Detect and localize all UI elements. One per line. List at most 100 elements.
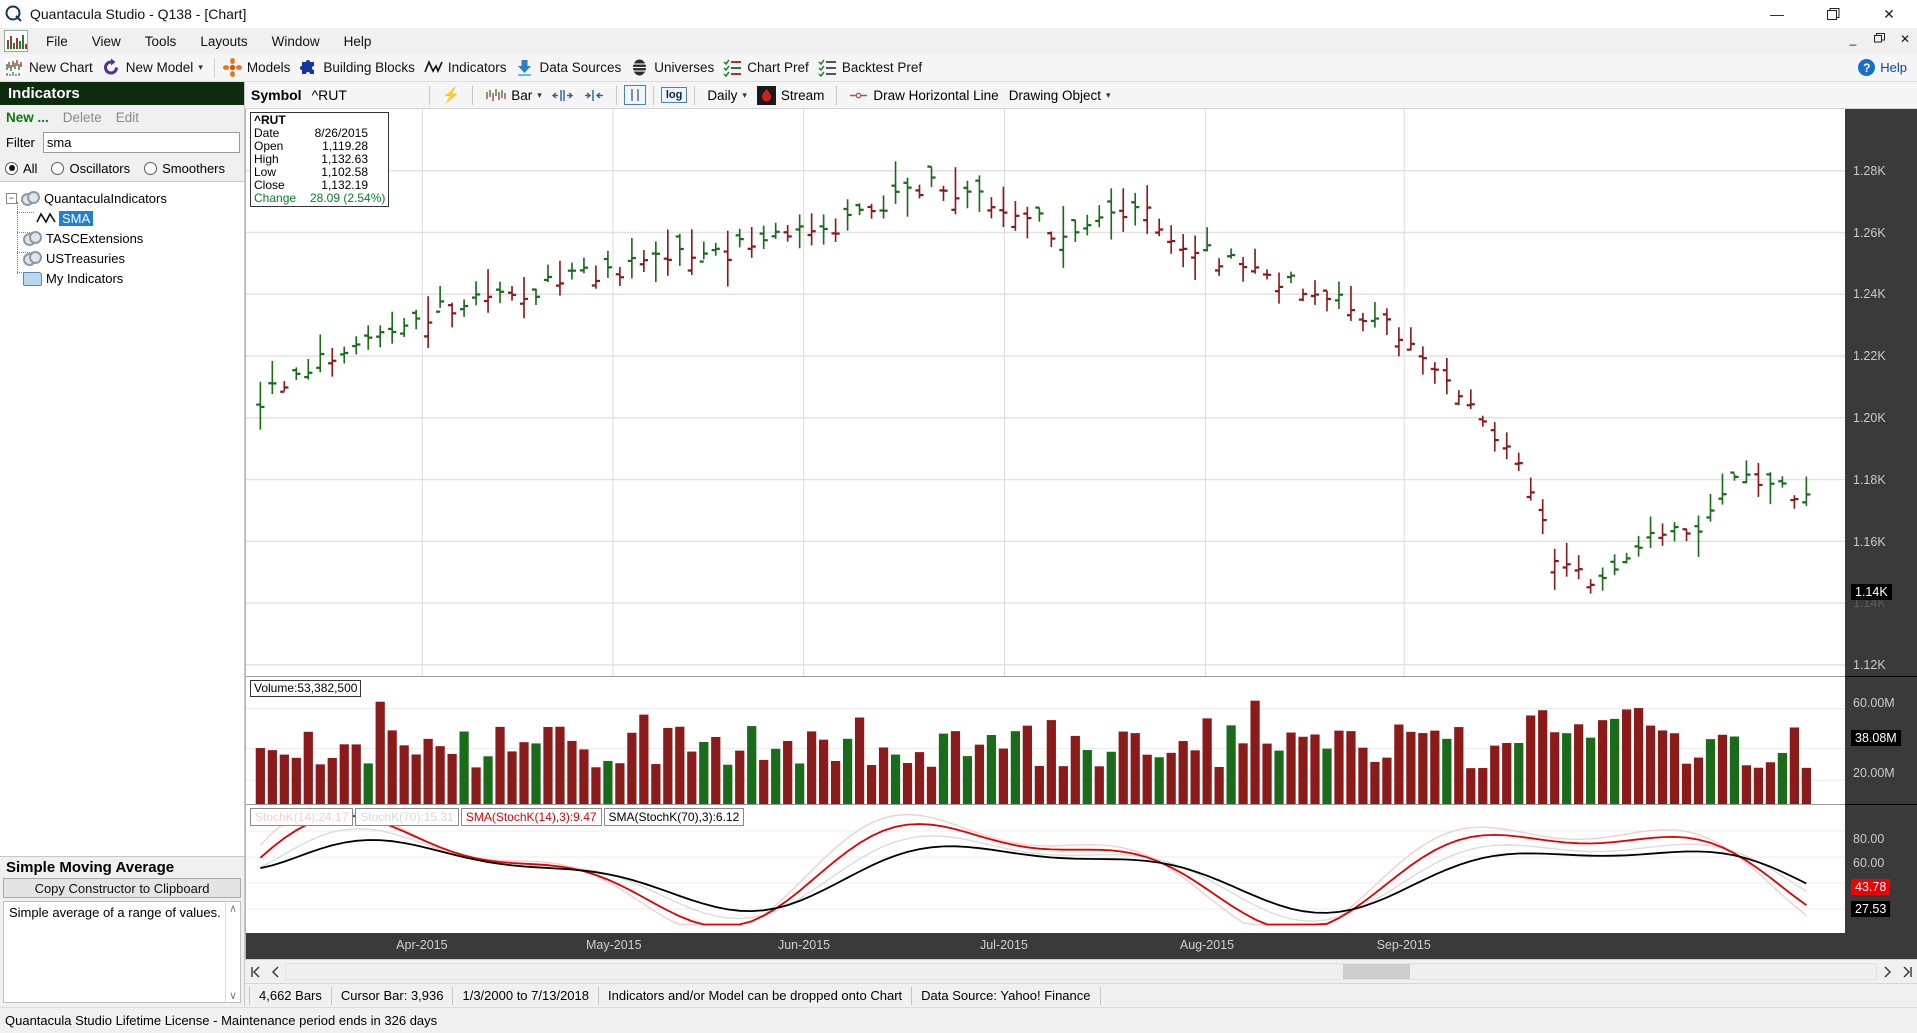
chevron-down-icon[interactable]: ▾ — [198, 62, 203, 73]
scroll-first-button[interactable] — [245, 961, 265, 983]
menu-view[interactable]: View — [80, 31, 133, 52]
chart-pref-label: Chart Pref — [747, 60, 809, 75]
date-axis[interactable]: Apr-2015 May-2015 Jun-2015 Jul-2015 Aug-… — [245, 933, 1845, 959]
window-title: Quantacula Studio - Q138 - [Chart] — [30, 6, 247, 22]
help-button[interactable]: ? Help — [1858, 59, 1917, 76]
scroll-last-button[interactable] — [1897, 961, 1917, 983]
date-tick: Aug-2015 — [1179, 938, 1235, 952]
mdi-close-button[interactable]: ✕ — [1897, 32, 1913, 46]
price-pane[interactable]: ^RUT Date 8/26/2015 Open 1,119.28 High 1,13… — [246, 109, 1845, 677]
scroll-next-button[interactable] — [1877, 961, 1897, 983]
date-tick: Sep-2015 — [1376, 938, 1431, 952]
chart-scrollbar-thumb[interactable] — [1343, 964, 1411, 979]
tooltip-value: 28.09 (2.54%) — [310, 191, 386, 205]
delete-indicator-button[interactable]: Delete — [63, 110, 102, 125]
lightning-icon[interactable]: ⚡ — [437, 84, 466, 107]
expander-minus-icon[interactable]: − — [6, 192, 17, 204]
building-blocks-label: Building Blocks — [323, 60, 415, 75]
menu-help[interactable]: Help — [332, 31, 384, 52]
toolbar-separator — [472, 85, 474, 105]
bar-type-label: Bar — [511, 87, 533, 103]
timeframe-button[interactable]: Daily ▾ — [702, 84, 752, 107]
chevron-down-icon[interactable]: ▾ — [742, 90, 747, 101]
radio-oscillators[interactable]: Oscillators — [51, 161, 140, 176]
chart-status-bar: 4,662 Bars Cursor Bar: 3,936 1/3/2000 to… — [245, 983, 1917, 1007]
tooltip-row-change: Change 28.09 (2.54%) — [254, 192, 385, 205]
tooltip-key: Change — [254, 191, 297, 205]
indicator-pane[interactable]: StochK(14):24.17 StochK(70):15.31 SMA(St… — [246, 805, 1845, 933]
chart-panes: ^RUT Date 8/26/2015 Open 1,119.28 High 1,13… — [245, 109, 1917, 933]
new-model-button[interactable]: New Model ▾ — [99, 55, 209, 81]
axis-tick: 80.00 — [1853, 832, 1885, 846]
indicators-panel-actions: New ... Delete Edit — [0, 105, 244, 129]
mdi-restore-button[interactable] — [1871, 32, 1887, 46]
menu-tools[interactable]: Tools — [133, 31, 189, 52]
window-maximize-button[interactable] — [1805, 0, 1861, 28]
symbol-input[interactable]: ^RUT — [312, 87, 422, 103]
price-axis-gutter[interactable]: 1.28K 1.26K 1.24K 1.22K 1.20K 1.18K 1.16… — [1845, 109, 1917, 933]
title-bar: Quantacula Studio - Q138 - [Chart] — ✕ — [0, 0, 1917, 28]
ohlc-tooltip: ^RUT Date 8/26/2015 Open 1,119.28 High 1,13… — [250, 112, 390, 207]
drawing-object-button[interactable]: Drawing Object ▾ — [1004, 84, 1116, 107]
axis-tick: 1.20K — [1853, 411, 1886, 425]
scroll-down-icon[interactable]: ∨ — [229, 989, 237, 1002]
data-sources-button[interactable]: Data Sources — [512, 55, 627, 81]
zoom-in-bars-button[interactable] — [579, 84, 609, 107]
indicators-label: Indicators — [447, 60, 507, 75]
new-chart-button[interactable]: New Chart — [2, 55, 99, 81]
menu-file-label: File — [46, 33, 68, 49]
tree-item-ustreasuries[interactable]: USTreasuries — [0, 248, 244, 268]
bar-type-button[interactable]: Bar ▾ — [480, 84, 547, 107]
backtest-pref-button[interactable]: Backtest Pref — [815, 55, 928, 81]
wave-icon — [36, 211, 56, 225]
menu-layouts[interactable]: Layouts — [188, 31, 259, 52]
edit-indicator-button[interactable]: Edit — [116, 110, 139, 125]
copy-constructor-button[interactable]: Copy Constructor to Clipboard — [3, 878, 241, 898]
chevron-down-icon[interactable]: ▾ — [1106, 90, 1111, 101]
chart-pref-button[interactable]: Chart Pref — [720, 55, 815, 81]
help-icon: ? — [1858, 59, 1876, 76]
status-date-range: 1/3/2000 to 7/13/2018 — [453, 986, 599, 1005]
models-button[interactable]: Models — [220, 55, 297, 81]
scroll-up-icon[interactable]: ∧ — [229, 902, 237, 915]
stream-button[interactable]: Stream — [752, 84, 830, 107]
tree-item-label: SMA — [59, 210, 94, 226]
radio-smoothers[interactable]: Smoothers — [144, 161, 235, 176]
menu-window[interactable]: Window — [260, 31, 332, 52]
chart-scrollbar-track[interactable] — [285, 963, 1877, 980]
menu-file[interactable]: File — [34, 31, 80, 52]
scroll-prev-button[interactable] — [265, 961, 285, 983]
toolbar-separator — [652, 85, 654, 105]
tree-item-sma[interactable]: SMA — [0, 208, 244, 228]
description-scrollbar[interactable]: ∧ ∨ — [225, 902, 240, 1002]
volume-chart-svg — [246, 700, 1845, 804]
chevron-down-icon[interactable]: ▾ — [537, 90, 542, 101]
universes-button[interactable]: Universes — [627, 55, 720, 81]
toolbar-separator — [694, 85, 696, 105]
filter-input[interactable] — [42, 131, 240, 153]
axis-tick: 60.00 — [1853, 856, 1885, 870]
window-minimize-button[interactable]: — — [1749, 0, 1805, 28]
volume-pane[interactable]: Volume:53,382,500 — [246, 677, 1845, 805]
log-scale-button[interactable]: log — [660, 87, 688, 103]
date-tick: Jul-2015 — [979, 938, 1028, 952]
axis-tick: 1.22K — [1853, 349, 1886, 364]
mdi-minimize-button[interactable]: _ — [1845, 32, 1861, 46]
new-indicator-button[interactable]: New ... — [6, 110, 49, 125]
axis-tick: 1.26K — [1853, 225, 1886, 240]
radio-all[interactable]: All — [5, 161, 47, 176]
models-icon — [222, 58, 242, 77]
tree-item-quantaculaindicators[interactable]: − QuantaculaIndicators — [0, 188, 244, 208]
list-icon — [723, 58, 742, 78]
indicators-button[interactable]: Indicators — [421, 55, 513, 81]
tree-item-tascextensions[interactable]: TASCExtensions — [0, 228, 244, 248]
building-blocks-button[interactable]: Building Blocks — [296, 55, 421, 81]
window-close-button[interactable]: ✕ — [1861, 0, 1917, 28]
bar-spacing-button[interactable] — [623, 85, 646, 105]
backtest-pref-label: Backtest Pref — [841, 60, 923, 75]
document-icon — [4, 30, 28, 52]
tree-item-my-indicators[interactable]: My Indicators — [0, 268, 244, 288]
tree-item-label: My Indicators — [46, 270, 124, 286]
draw-horizontal-line-button[interactable]: Draw Horizontal Line — [844, 84, 1003, 107]
zoom-out-bars-button[interactable] — [547, 84, 579, 107]
